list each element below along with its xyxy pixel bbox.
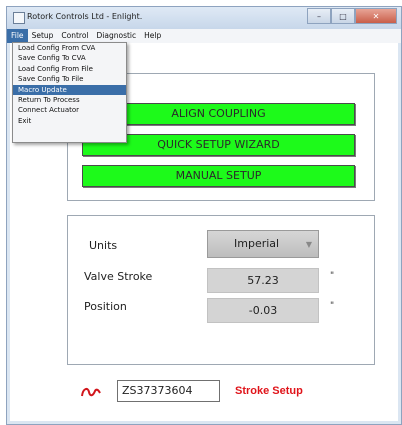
- actuator-serial-field: ZS37373604: [117, 380, 220, 402]
- menu-control[interactable]: Control: [57, 29, 92, 43]
- menu-item-save-config-file[interactable]: Save Config To File: [13, 74, 126, 84]
- menu-help[interactable]: Help: [140, 29, 165, 43]
- app-icon: [13, 12, 25, 24]
- manual-setup-button[interactable]: MANUAL SETUP: [82, 165, 355, 187]
- menu-item-connect-actuator[interactable]: Connect Actuator: [13, 105, 126, 115]
- menu-item-save-config-cva[interactable]: Save Config To CVA: [13, 53, 126, 63]
- units-label: Units: [89, 239, 118, 252]
- close-button[interactable]: ✕: [355, 8, 397, 24]
- menu-item-exit[interactable]: Exit: [13, 116, 126, 126]
- window-title: Rotork Controls Ltd - Enlight.: [27, 12, 143, 21]
- position-unit: ": [330, 301, 335, 311]
- menu-diagnostic[interactable]: Diagnostic: [93, 29, 141, 43]
- menu-bar: File Setup Control Diagnostic Help: [7, 29, 401, 43]
- menu-item-load-config-cva[interactable]: Load Config From CVA: [13, 43, 126, 53]
- valve-stroke-unit: ": [330, 271, 335, 281]
- maximize-button[interactable]: □: [331, 8, 355, 24]
- menu-item-load-config-file[interactable]: Load Config From File: [13, 64, 126, 74]
- rotork-logo-icon: [81, 387, 101, 397]
- units-select[interactable]: Imperial ▼: [207, 230, 319, 258]
- stroke-settings-panel: Units Imperial ▼ Valve Stroke 57.23 " Po…: [67, 215, 375, 365]
- file-menu-dropdown: Load Config From CVA Save Config To CVA …: [12, 42, 127, 143]
- valve-stroke-value: 57.23: [207, 268, 319, 293]
- menu-file[interactable]: File: [7, 29, 28, 43]
- minimize-button[interactable]: –: [307, 8, 331, 24]
- valve-stroke-label: Valve Stroke: [84, 270, 153, 283]
- menu-item-return-to-process[interactable]: Return To Process: [13, 95, 126, 105]
- title-bar[interactable]: Rotork Controls Ltd - Enlight. – □ ✕: [7, 7, 401, 29]
- menu-setup[interactable]: Setup: [28, 29, 58, 43]
- units-value: Imperial: [234, 237, 280, 250]
- status-label: Stroke Setup: [235, 385, 303, 397]
- position-label: Position: [84, 300, 127, 313]
- menu-item-macro-update[interactable]: Macro Update: [13, 84, 126, 95]
- chevron-down-icon: ▼: [305, 240, 312, 249]
- window-controls: – □ ✕: [307, 8, 397, 24]
- position-value: -0.03: [207, 298, 319, 323]
